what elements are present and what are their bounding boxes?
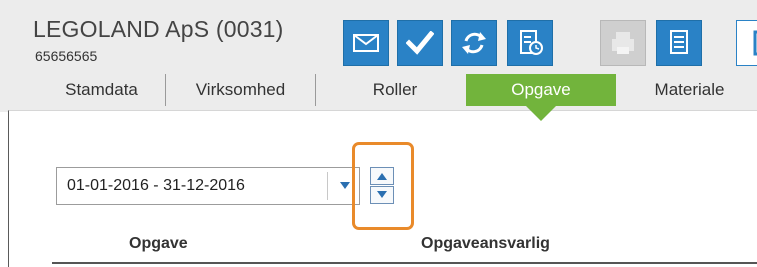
tab-label: Virksomhed bbox=[195, 80, 286, 99]
company-number: 65656565 bbox=[35, 48, 98, 64]
period-down-button[interactable] bbox=[370, 186, 394, 204]
tab-label: Opgave bbox=[511, 80, 571, 99]
partial-icon[interactable] bbox=[736, 20, 757, 66]
tab-stamdata[interactable]: Stamdata bbox=[38, 74, 166, 106]
column-header-opgaveansvarlig[interactable]: Opgaveansvarlig bbox=[421, 235, 550, 253]
active-tab-pointer bbox=[526, 106, 556, 121]
company-name: LEGOLAND ApS (0031) bbox=[33, 16, 284, 42]
document-icon[interactable] bbox=[656, 20, 702, 66]
document-clock-icon[interactable] bbox=[507, 20, 553, 66]
tab-opgave[interactable]: Opgave bbox=[466, 74, 616, 106]
column-header-opgave[interactable]: Opgave bbox=[129, 235, 188, 253]
arrow-down-icon bbox=[377, 191, 387, 198]
period-up-button[interactable] bbox=[370, 167, 394, 185]
period-select[interactable]: 01-01-2016 - 31-12-2016 bbox=[56, 167, 360, 205]
tab-label: Materiale bbox=[654, 80, 725, 99]
refresh-icon[interactable] bbox=[451, 20, 497, 66]
mail-icon[interactable] bbox=[343, 20, 389, 66]
checkmark-icon[interactable] bbox=[397, 20, 443, 66]
chevron-down-icon[interactable] bbox=[340, 182, 350, 189]
table-header-divider bbox=[52, 262, 757, 264]
tab-label: Stamdata bbox=[65, 80, 138, 99]
arrow-up-icon bbox=[377, 173, 387, 180]
tab-roller[interactable]: Roller bbox=[330, 74, 460, 106]
select-divider bbox=[327, 172, 328, 200]
tab-virksomhed[interactable]: Virksomhed bbox=[166, 74, 316, 106]
tab-materiale[interactable]: Materiale bbox=[622, 74, 757, 106]
printer-icon[interactable] bbox=[600, 20, 646, 66]
period-value: 01-01-2016 - 31-12-2016 bbox=[67, 177, 245, 194]
header-bar: LEGOLAND ApS (0031) 65656565 Stamdata Vi… bbox=[0, 0, 757, 112]
tab-label: Roller bbox=[372, 80, 418, 99]
